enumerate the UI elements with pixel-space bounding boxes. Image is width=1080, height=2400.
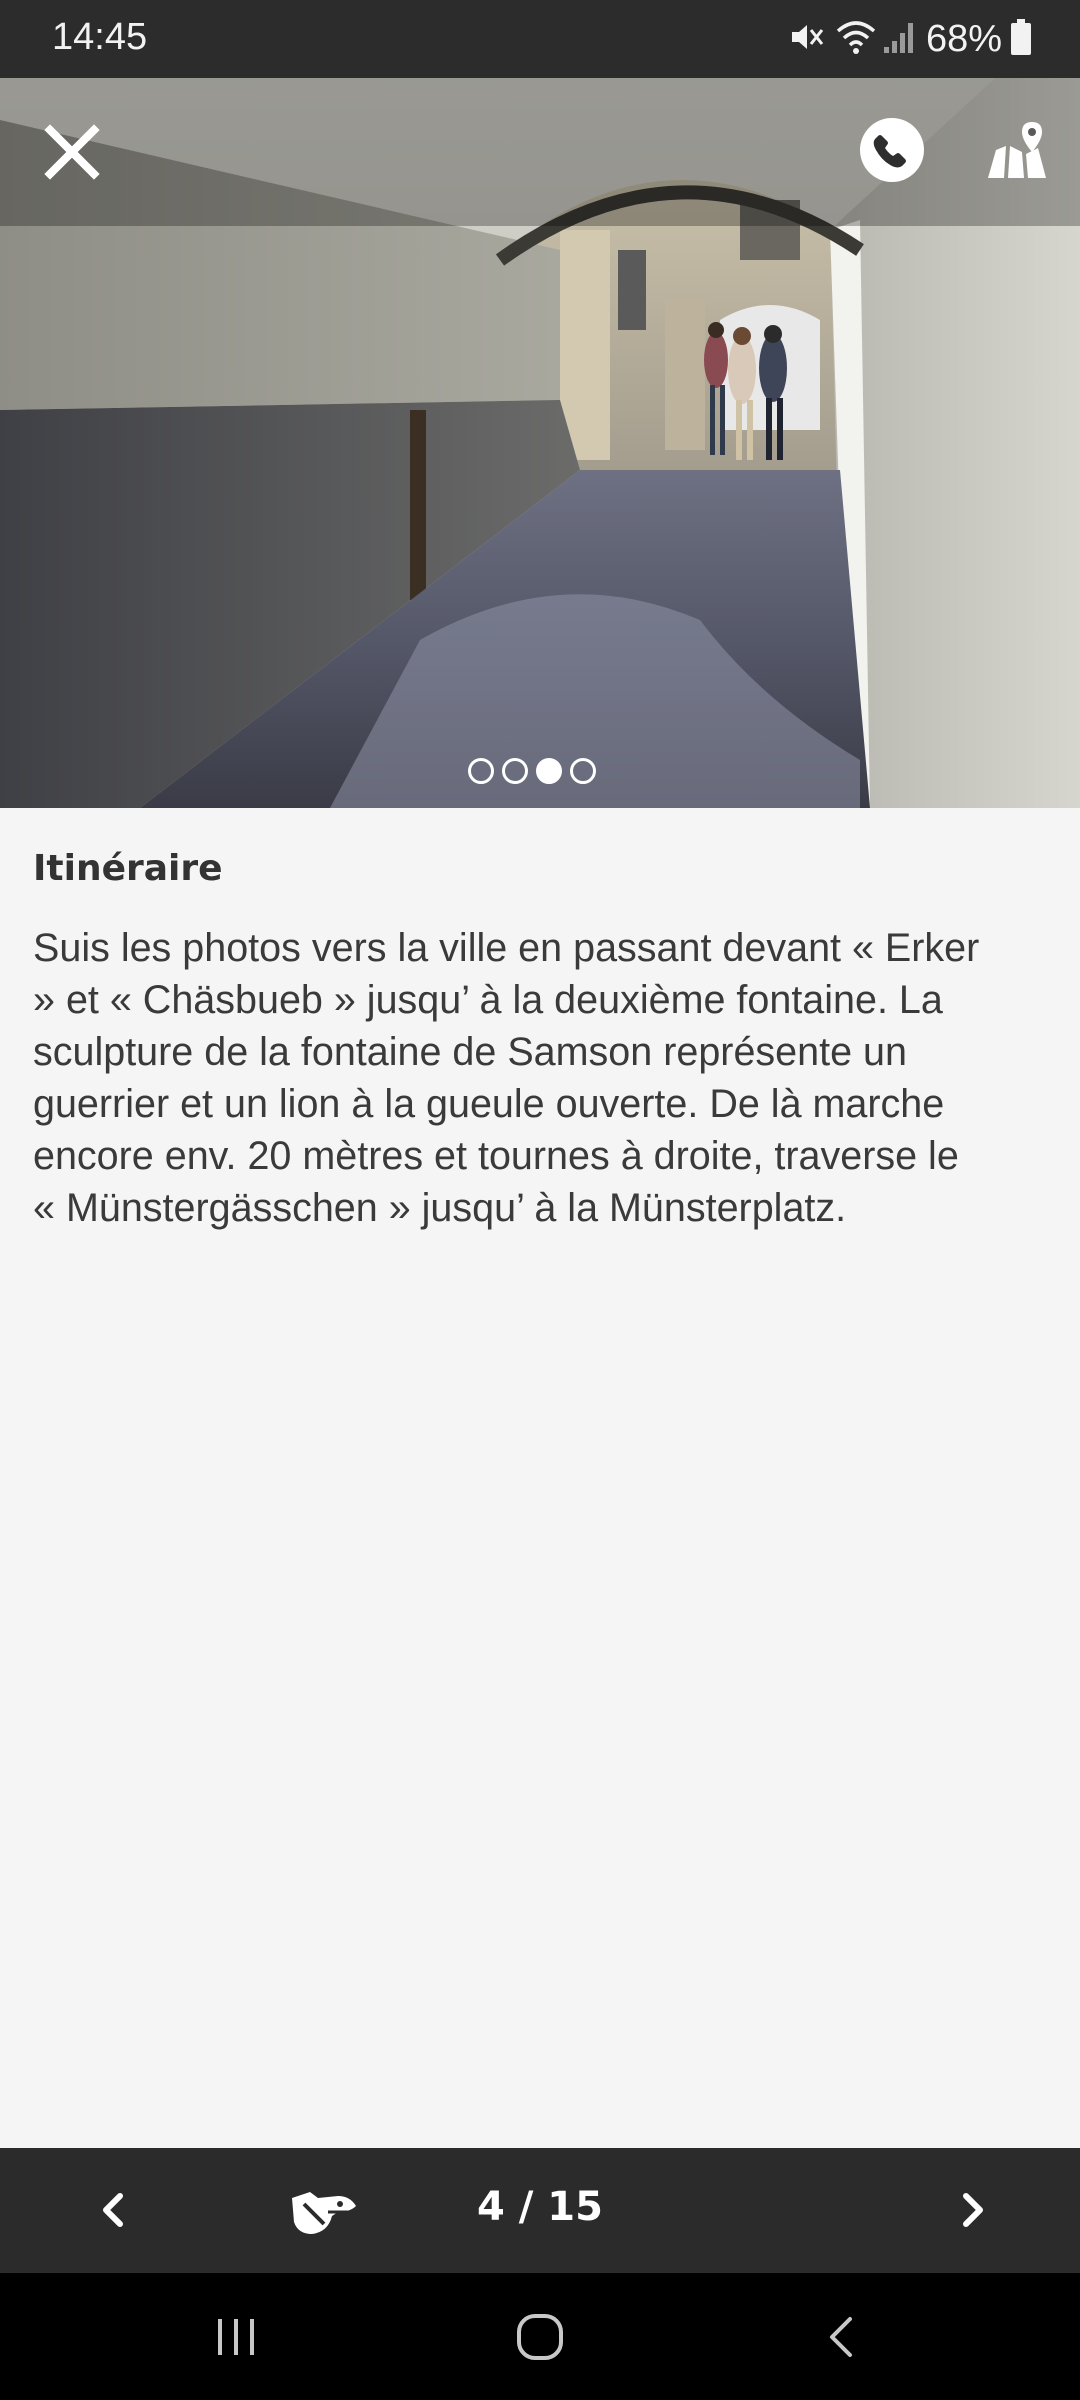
game-icon — [292, 2192, 356, 2234]
section-title: Itinéraire — [33, 848, 223, 889]
carousel-dot[interactable] — [570, 758, 596, 784]
status-bar: 14:45 68% — [0, 0, 1080, 78]
itinerary-line: guerrier et un lion à la gueule ouverte.… — [33, 1082, 945, 1126]
home-button[interactable] — [514, 2311, 566, 2363]
map-button[interactable] — [984, 118, 1050, 182]
status-time: 14:45 — [52, 16, 148, 58]
itinerary-line: » et « Chäsbueb » jusqu’ à la deuxième f… — [33, 978, 943, 1022]
back-icon — [830, 2317, 852, 2357]
close-icon — [44, 124, 100, 180]
itinerary-line: encore env. 20 mètres et tournes à droit… — [33, 1134, 959, 1178]
recent-apps-icon — [218, 2319, 254, 2355]
carousel-indicator — [468, 758, 596, 784]
home-icon — [517, 2314, 563, 2360]
mute-icon — [786, 17, 826, 62]
carousel-dot[interactable] — [536, 758, 562, 784]
itinerary-line: Suis les photos vers la ville en passant… — [33, 926, 980, 970]
page-counter: 4 / 15 — [477, 2184, 603, 2230]
wifi-icon — [834, 17, 878, 62]
image-toolbar — [0, 78, 1080, 226]
call-button[interactable] — [860, 118, 924, 182]
recent-apps-button[interactable] — [212, 2313, 262, 2361]
itinerary-line: « Münstergässchen » jusqu’ à la Münsterp… — [33, 1186, 847, 1230]
carousel-dot[interactable] — [468, 758, 494, 784]
battery-percent: 68% — [925, 17, 1002, 60]
carousel-dot[interactable] — [502, 758, 528, 784]
chevron-left-icon — [103, 2193, 123, 2227]
battery-icon — [1010, 18, 1032, 61]
game-button[interactable] — [288, 2178, 360, 2242]
hero-photo[interactable]: 14:45 68% — [0, 0, 1080, 808]
itinerary-line: sculpture de la fontaine de Samson repré… — [33, 1030, 907, 1074]
map-icon — [988, 122, 1046, 178]
back-button[interactable] — [820, 2311, 860, 2363]
previous-button[interactable] — [86, 2182, 142, 2238]
bottom-navigation: 4 / 15 — [0, 2148, 1080, 2273]
signal-icon — [882, 17, 916, 62]
next-button[interactable] — [944, 2182, 1000, 2238]
status-icons: 68% — [786, 14, 1032, 64]
content-area: Itinéraire Suis les photos vers la ville… — [0, 808, 1080, 2148]
chevron-right-icon — [963, 2193, 983, 2227]
system-navigation-bar — [0, 2273, 1080, 2400]
close-button[interactable] — [40, 120, 104, 184]
phone-icon — [873, 135, 906, 168]
itinerary-text: Suis les photos vers la ville en passant… — [33, 922, 1053, 1234]
